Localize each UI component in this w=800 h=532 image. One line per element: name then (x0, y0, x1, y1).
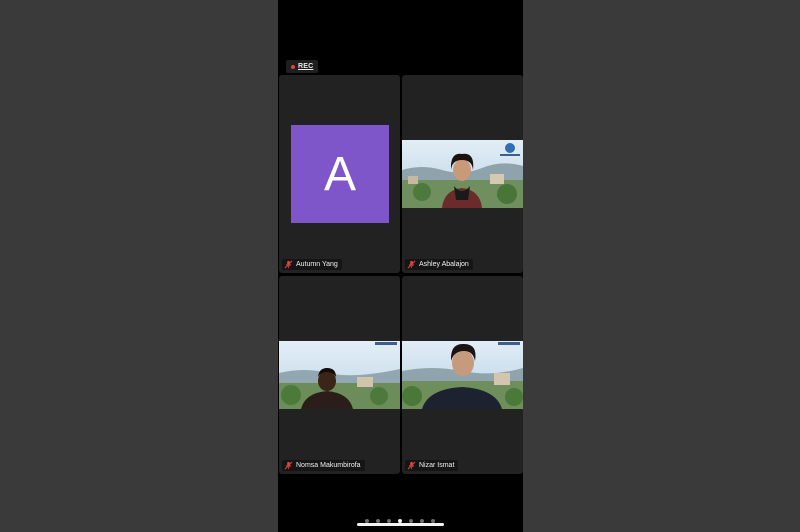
participant-name-tag: Nizar Ismat (405, 460, 459, 471)
recording-indicator[interactable]: REC (286, 60, 318, 73)
participant-name-tag: Autumn Yang (282, 259, 342, 270)
participant-tile-autumn-yang[interactable]: A Autumn Yang (279, 75, 400, 273)
participant-name: Ashley Abalajon (419, 261, 469, 268)
mic-muted-icon (407, 461, 416, 470)
home-indicator[interactable] (357, 523, 444, 526)
participant-name-tag: Ashley Abalajon (405, 259, 473, 270)
participant-tile-nomsa-makumbirofa[interactable]: Nomsa Makumbirofa (279, 276, 400, 474)
participant-name: Nizar Ismat (419, 462, 455, 469)
participant-name: Nomsa Makumbirofa (296, 462, 361, 469)
participant-video (279, 341, 400, 409)
participant-video (402, 341, 523, 409)
participant-name: Autumn Yang (296, 261, 338, 268)
participant-tile-nizar-ismat[interactable]: Nizar Ismat (402, 276, 523, 474)
participant-name-tag: Nomsa Makumbirofa (282, 460, 365, 471)
participant-tile-ashley-abalajon[interactable]: Ashley Abalajon (402, 75, 523, 273)
record-dot-icon (291, 64, 295, 69)
avatar-letter: A (323, 147, 356, 201)
mic-muted-icon (407, 260, 416, 269)
participant-video (402, 140, 523, 208)
mic-muted-icon (284, 461, 293, 470)
mic-muted-icon (284, 260, 293, 269)
avatar: A (291, 125, 389, 223)
recording-label: REC (298, 63, 314, 70)
